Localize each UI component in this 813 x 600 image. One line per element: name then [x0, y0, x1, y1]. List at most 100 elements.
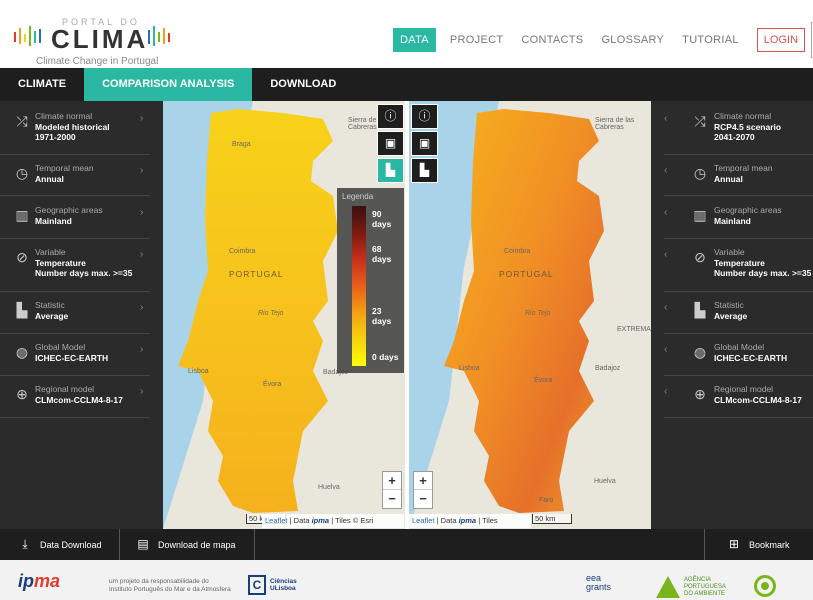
ipma-mini-logo: ipma — [458, 516, 477, 525]
globe-grid-icon: ⊕ — [16, 386, 28, 402]
compass-icon: ⊘ — [16, 249, 28, 265]
legend-label-23: 23 days — [372, 306, 392, 326]
map-label-braga: Braga — [232, 141, 251, 148]
login-button[interactable]: LOGIN — [756, 28, 806, 52]
section-tabs: CLIMATE COMPARISON ANALYSIS DOWNLOAD — [0, 68, 813, 101]
map-label-evora: Évora — [263, 381, 282, 388]
right-geographic-areas-item[interactable]: ‹ ▥ Geographic areas Mainland — [664, 205, 813, 239]
right-info-button[interactable]: ⓘ — [411, 104, 438, 129]
globe-icon: ◍ — [15, 344, 29, 360]
tab-comparison-analysis[interactable]: COMPARISON ANALYSIS — [84, 68, 253, 101]
left-statistic-item[interactable]: ▙ Statistic Average › — [0, 300, 150, 334]
chevron-left-icon: ‹ — [664, 386, 668, 397]
right-map[interactable]: Sierra de las Cabreras Coimbra PORTUGAL … — [409, 101, 651, 529]
chevron-right-icon: › — [140, 344, 144, 355]
green-ring-logo-icon[interactable] — [754, 575, 776, 597]
map-label-sierra: Sierra de las Cabreras — [595, 117, 635, 131]
left-layer-download-button[interactable]: ▣ — [377, 131, 404, 156]
map-label-extrema: EXTREMA — [617, 326, 651, 333]
eea-grants-logo[interactable]: eea grants — [586, 574, 611, 592]
info-icon: ⓘ — [418, 109, 431, 123]
zoom-in-button[interactable]: + — [383, 472, 401, 490]
bar-chart-icon: ▙ — [16, 302, 28, 318]
zoom-in-button[interactable]: + — [414, 472, 432, 490]
header: PORTAL DO CLIMA Climate Change in Portug… — [0, 0, 813, 68]
chevron-left-icon: ‹ — [664, 302, 668, 313]
right-legend-button[interactable]: ▙ — [411, 158, 438, 183]
nav-contacts[interactable]: CONTACTS — [521, 34, 583, 46]
right-statistic-item[interactable]: ‹ ▙ Statistic Average — [664, 300, 813, 334]
right-global-model-item[interactable]: ‹ ◍ Global Model ICHEC-EC-EARTH — [664, 342, 813, 376]
project-responsibility-text: um projeto da responsabilidade do Institu… — [109, 578, 231, 593]
map-label-rio-tejo: Rio Tejo — [258, 310, 284, 317]
left-legend-button[interactable]: ▙ — [377, 158, 404, 183]
data-download-button[interactable]: ⤓ Data Download — [0, 529, 120, 560]
right-regional-model-item[interactable]: ‹ ⊕ Regional model CLMcom-CCLM4-8-17 — [664, 384, 813, 418]
chevron-right-icon: › — [140, 165, 144, 176]
map-icon: ▥ — [693, 207, 707, 223]
bar-chart-icon: ▙ — [694, 302, 706, 318]
climate-normal-icon: ⤮ — [16, 113, 28, 129]
left-info-button[interactable]: ⓘ — [377, 104, 404, 129]
image-download-icon: ▣ — [384, 136, 397, 150]
legend-panel: Legenda 90 days 68 days 23 days 0 days — [337, 188, 404, 373]
right-layer-download-button[interactable]: ▣ — [411, 131, 438, 156]
zoom-out-button[interactable]: − — [383, 490, 401, 508]
left-variable-item[interactable]: ⊘ Variable Temperature Number days max. >=… — [0, 247, 150, 292]
chevron-right-icon: › — [140, 249, 144, 260]
portal-do-clima-logo[interactable]: PORTAL DO CLIMA Climate Change in Portug… — [14, 16, 184, 68]
chevron-right-icon: › — [140, 302, 144, 313]
compass-icon: ⊘ — [694, 249, 706, 265]
clock-icon: ◷ — [693, 165, 707, 181]
ipma-logo[interactable]: ipma — [18, 571, 60, 592]
chevron-left-icon: ‹ — [664, 113, 668, 124]
tab-climate[interactable]: CLIMATE — [0, 68, 84, 101]
top-navigation: DATA PROJECT CONTACTS GLOSSARY TUTORIAL … — [393, 22, 813, 58]
map-label-coimbra: Coimbra — [229, 248, 256, 255]
right-variable-item[interactable]: ‹ ⊘ Variable Temperature Number days max. … — [664, 247, 813, 292]
left-zoom-control: + − — [382, 471, 402, 509]
map-label-portugal: PORTUGAL — [499, 269, 554, 279]
left-regional-model-item[interactable]: ⊕ Regional model CLMcom-CCLM4-8-17 › — [0, 384, 150, 418]
leaflet-link[interactable]: Leaflet — [412, 516, 435, 525]
chevron-right-icon: › — [140, 113, 144, 124]
ciencias-c-icon: C — [248, 575, 266, 595]
logo-bars-right-icon — [148, 26, 170, 46]
map-label-lisboa: Lisboa — [188, 368, 209, 375]
left-global-model-item[interactable]: ◍ Global Model ICHEC-EC-EARTH › — [0, 342, 150, 376]
legend-label-68: 68 days — [372, 244, 392, 264]
footer: ipma um projeto da responsabilidade do In… — [0, 560, 813, 600]
nav-data[interactable]: DATA — [393, 28, 436, 52]
globe-icon: ◍ — [693, 344, 707, 360]
chevron-left-icon: ‹ — [664, 207, 668, 218]
map-label-lisboa: Lisboa — [459, 365, 480, 372]
nav-glossary[interactable]: GLOSSARY — [601, 34, 664, 46]
chevron-right-icon: › — [140, 386, 144, 397]
zoom-out-button[interactable]: − — [414, 490, 432, 508]
left-temporal-mean-item[interactable]: ◷ Temporal mean Annual › — [0, 163, 150, 196]
nav-project[interactable]: PROJECT — [450, 34, 503, 46]
map-download-label: Download de mapa — [158, 540, 236, 550]
apa-logo[interactable]: AGÊNCIA PORTUGUESA DO AMBIENTE — [656, 576, 726, 598]
tab-download[interactable]: DOWNLOAD — [252, 68, 354, 101]
left-map-attribution: Leaflet | Data ipma | Tiles © Esri — [262, 514, 404, 528]
map-label-rio-tejo: Rio Tejo — [525, 310, 551, 317]
right-climate-normal-item[interactable]: ‹ ⤮ Climate normal RCP4.5 scenario 2041-20… — [664, 111, 813, 155]
legend-icon: ▙ — [419, 163, 430, 177]
apa-triangle-icon — [656, 576, 680, 598]
left-global-model-text: Global Model ICHEC-EC-EARTH — [35, 342, 109, 363]
left-geographic-areas-item[interactable]: ▥ Geographic areas Mainland › — [0, 205, 150, 239]
leaflet-link[interactable]: Leaflet — [265, 516, 288, 525]
bookmark-button[interactable]: ⊞ Bookmark — [704, 529, 813, 560]
ciencias-ulisboa-logo[interactable]: C Ciências ULisboa — [248, 575, 297, 595]
left-climate-normal-item[interactable]: ⤮ Climate normal Modeled historical 1971-2… — [0, 111, 150, 155]
chevron-right-icon: › — [140, 207, 144, 218]
clock-icon: ◷ — [15, 165, 29, 181]
right-temporal-mean-item[interactable]: ‹ ◷ Temporal mean Annual — [664, 163, 813, 196]
legend-label-90: 90 days — [372, 209, 392, 229]
nav-tutorial[interactable]: TUTORIAL — [682, 34, 739, 46]
info-icon: ⓘ — [384, 109, 397, 123]
right-map-attribution: Leaflet | Data ipma | Tiles — [409, 514, 531, 528]
map-download-button[interactable]: ▤ Download de mapa — [120, 529, 255, 560]
right-scale-bar: 50 km — [532, 514, 572, 524]
